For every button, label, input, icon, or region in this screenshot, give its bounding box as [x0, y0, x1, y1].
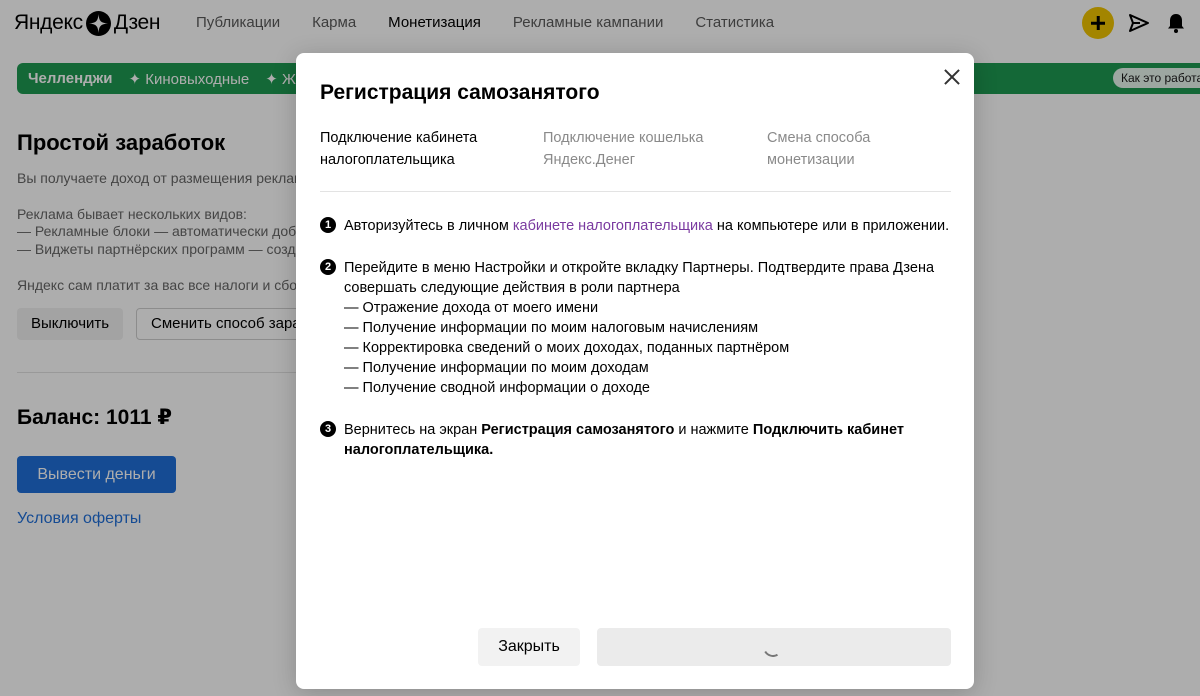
step-tab-line: монетизации — [767, 152, 855, 168]
permission-item: — Получение информации по моим доходам — [344, 360, 649, 376]
step-number-badge: 1 — [320, 217, 336, 233]
instruction-line: Вернитесь на экран Регистрация самозанят… — [344, 420, 950, 440]
close-button[interactable]: Закрыть — [478, 628, 580, 666]
instruction-text: Вернитесь на экран — [344, 422, 482, 438]
permission-item: — Корректировка сведений о моих доходах,… — [344, 340, 790, 356]
spinner-icon — [760, 634, 786, 660]
permission-item: — Отражение дохода от моего имени — [344, 300, 599, 316]
permission-item: — Получение сводной информации о доходе — [344, 380, 650, 396]
step-tab-monetization[interactable]: Смена способа монетизации — [767, 127, 967, 171]
steps-divider — [320, 191, 951, 192]
instruction-bold: налогоплательщика. — [344, 442, 494, 458]
step-number-badge: 2 — [320, 259, 336, 275]
instruction-text: на компьютере или в приложении. — [712, 218, 950, 234]
step-tab-line: Смена способа — [767, 130, 871, 146]
modal-title: Регистрация самозанятого — [320, 81, 600, 104]
step-tab-line: Подключение кабинета — [320, 130, 478, 146]
instruction-line: налогоплательщика. — [344, 440, 950, 460]
instruction-line: Авторизуйтесь в личном кабинете налогопл… — [344, 216, 950, 236]
step-number-badge: 3 — [320, 421, 336, 437]
instruction-text: и нажмите — [674, 422, 753, 438]
step-tab-line: Яндекс.Денег — [543, 152, 636, 168]
loading-button[interactable] — [597, 628, 951, 666]
step-tab-line: Подключение кошелька — [543, 130, 704, 146]
instruction-text: Перейдите в меню Настройки и откройте вк… — [344, 260, 935, 276]
instruction-2: 2 Перейдите в меню Настройки и откройте … — [320, 258, 950, 398]
self-employed-modal: Регистрация самозанятого Подключение каб… — [296, 53, 974, 689]
instruction-1: 1 Авторизуйтесь в личном кабинете налого… — [320, 216, 950, 236]
instruction-3: 3 Вернитесь на экран Регистрация самозан… — [320, 420, 950, 460]
step-tab-wallet[interactable]: Подключение кошелька Яндекс.Денег — [543, 127, 743, 171]
instruction-bold: Регистрация самозанятого — [481, 422, 675, 438]
step-tab-line: налогоплательщика — [320, 152, 455, 168]
step-tab-tax-cabinet[interactable]: Подключение кабинета налогоплательщика — [320, 127, 520, 171]
instruction-bold: Подключить кабинет — [752, 422, 904, 438]
steps-nav: Подключение кабинета налогоплательщика П… — [320, 127, 950, 191]
instruction-text: Авторизуйтесь в личном — [344, 218, 513, 234]
tax-cabinet-link[interactable]: кабинете налогоплательщика — [513, 218, 713, 234]
instruction-text: совершать следующие действия в роли парт… — [344, 280, 680, 296]
permission-item: — Получение информации по моим налоговым… — [344, 320, 759, 336]
close-icon[interactable] — [938, 63, 966, 91]
